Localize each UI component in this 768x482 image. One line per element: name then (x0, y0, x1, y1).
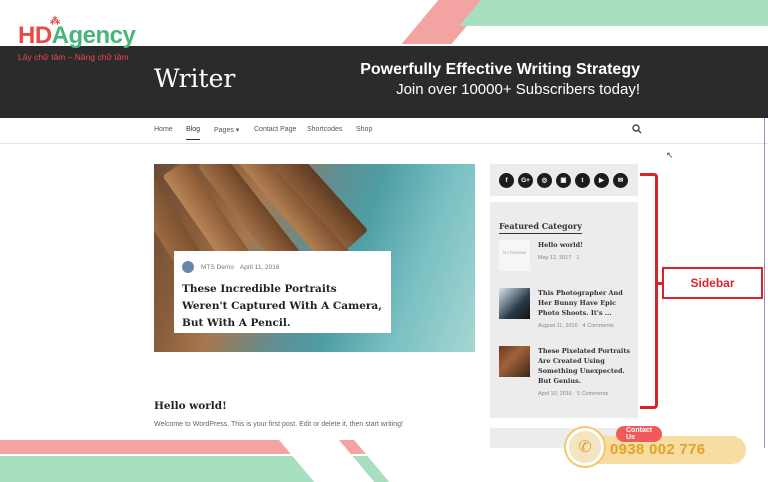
nav-item-pages[interactable]: Pages ▾ (214, 126, 239, 134)
list-item-comments[interactable]: 1 (576, 255, 579, 261)
contact-tag[interactable]: Contact Us (616, 426, 663, 442)
twitter-icon[interactable]: t (575, 172, 590, 188)
list-item-date: May 12, 2017 (538, 255, 572, 261)
promo-subline: Join over 10000+ Subscribers today! (396, 81, 640, 98)
email-icon[interactable]: ✉ (613, 172, 628, 188)
list-item-title[interactable]: This Photographer And Her Bunny Have Epi… (538, 288, 634, 318)
featured-post-card: MTS Demo April 11, 2016 These Incredible… (174, 251, 391, 333)
search-icon[interactable] (632, 124, 642, 134)
contact-phone-number[interactable]: 0938 002 776 (610, 441, 705, 458)
post-author[interactable]: MTS Demo (201, 264, 234, 271)
mouse-cursor-icon: ↖ (666, 150, 674, 160)
post-date: April 11, 2016 (239, 263, 280, 271)
list-item-date: April 10, 2016 (538, 391, 572, 397)
list-item-title[interactable]: Hello world! (538, 240, 634, 250)
post-thumbnail[interactable] (499, 346, 530, 377)
list-item-meta: May 12, 2017 1 (538, 255, 634, 261)
list-item-meta: April 10, 2016 5 Comments (538, 391, 634, 397)
avatar (182, 261, 194, 273)
decor-stripe (459, 0, 768, 26)
list-item-text: This Photographer And Her Bunny Have Epi… (538, 288, 634, 329)
main-nav: Home Blog Pages ▾ Contact Page Shortcode… (0, 118, 768, 144)
nav-item-shop[interactable]: Shop (356, 126, 372, 133)
list-item-comments[interactable]: 5 Comments (577, 391, 608, 397)
header-promo: Powerfully Effective Writing Strategy Jo… (360, 60, 640, 100)
instagram-icon[interactable]: ▣ (556, 172, 571, 188)
brand-name: HDAgency (18, 22, 136, 50)
nav-item-contact[interactable]: Contact Page (254, 126, 296, 133)
list-item-meta: August 11, 2016 4 Comments (538, 323, 634, 329)
brand-name-agency: Agency (51, 22, 136, 49)
brand-tagline: Lấy chữ tâm – Nâng chữ tầm (18, 52, 129, 62)
list-item-date: August 11, 2016 (538, 323, 578, 329)
social-icons-widget: f G+ ◎ ▣ t ▶ ✉ (490, 164, 638, 196)
list-item-text: These Pixelated Portraits Are Created Us… (538, 346, 634, 397)
list-item-title[interactable]: These Pixelated Portraits Are Created Us… (538, 346, 634, 386)
post-thumbnail[interactable] (499, 288, 530, 319)
annotation-bracket (640, 173, 658, 409)
brand-name-hd: HD (18, 22, 52, 49)
widget-heading: Featured Category (499, 221, 582, 234)
list-item-text: Hello world! May 12, 2017 1 (538, 240, 634, 261)
post-excerpt: Welcome to WordPress. This is your first… (154, 421, 403, 428)
facebook-icon[interactable]: f (499, 172, 514, 188)
post-title[interactable]: Hello world! (154, 400, 227, 412)
screenshot-canvas: Writer Powerfully Effective Writing Stra… (0, 0, 768, 482)
annotation-label: Sidebar (662, 267, 763, 299)
featured-post-title[interactable]: These Incredible Portraits Weren't Captu… (182, 281, 383, 332)
brand-watermark: ⁂ HDAgency Lấy chữ tâm – Nâng chữ tầm (18, 16, 136, 62)
dribbble-icon[interactable]: ◎ (537, 172, 552, 188)
featured-post[interactable]: MTS Demo April 11, 2016 These Incredible… (154, 164, 475, 352)
nav-item-blog[interactable]: Blog (186, 126, 201, 140)
nav-item-home[interactable]: Home (154, 126, 173, 133)
page-edge-line (764, 118, 765, 448)
featured-category-widget: Featured Category No Preview Hello world… (490, 202, 638, 418)
site-logo[interactable]: Writer (154, 64, 235, 93)
nav-item-shortcodes[interactable]: Shortcodes (307, 126, 342, 133)
google-plus-icon[interactable]: G+ (518, 172, 533, 188)
no-preview-thumbnail: No Preview (499, 240, 530, 271)
phone-icon[interactable]: ✆ (566, 428, 604, 466)
list-item-comments[interactable]: 4 Comments (583, 323, 614, 329)
youtube-icon[interactable]: ▶ (594, 172, 609, 188)
post-meta: MTS Demo April 11, 2016 (182, 261, 383, 273)
brand-mark-icon: ⁂ (50, 16, 60, 27)
promo-headline: Powerfully Effective Writing Strategy (360, 61, 640, 78)
